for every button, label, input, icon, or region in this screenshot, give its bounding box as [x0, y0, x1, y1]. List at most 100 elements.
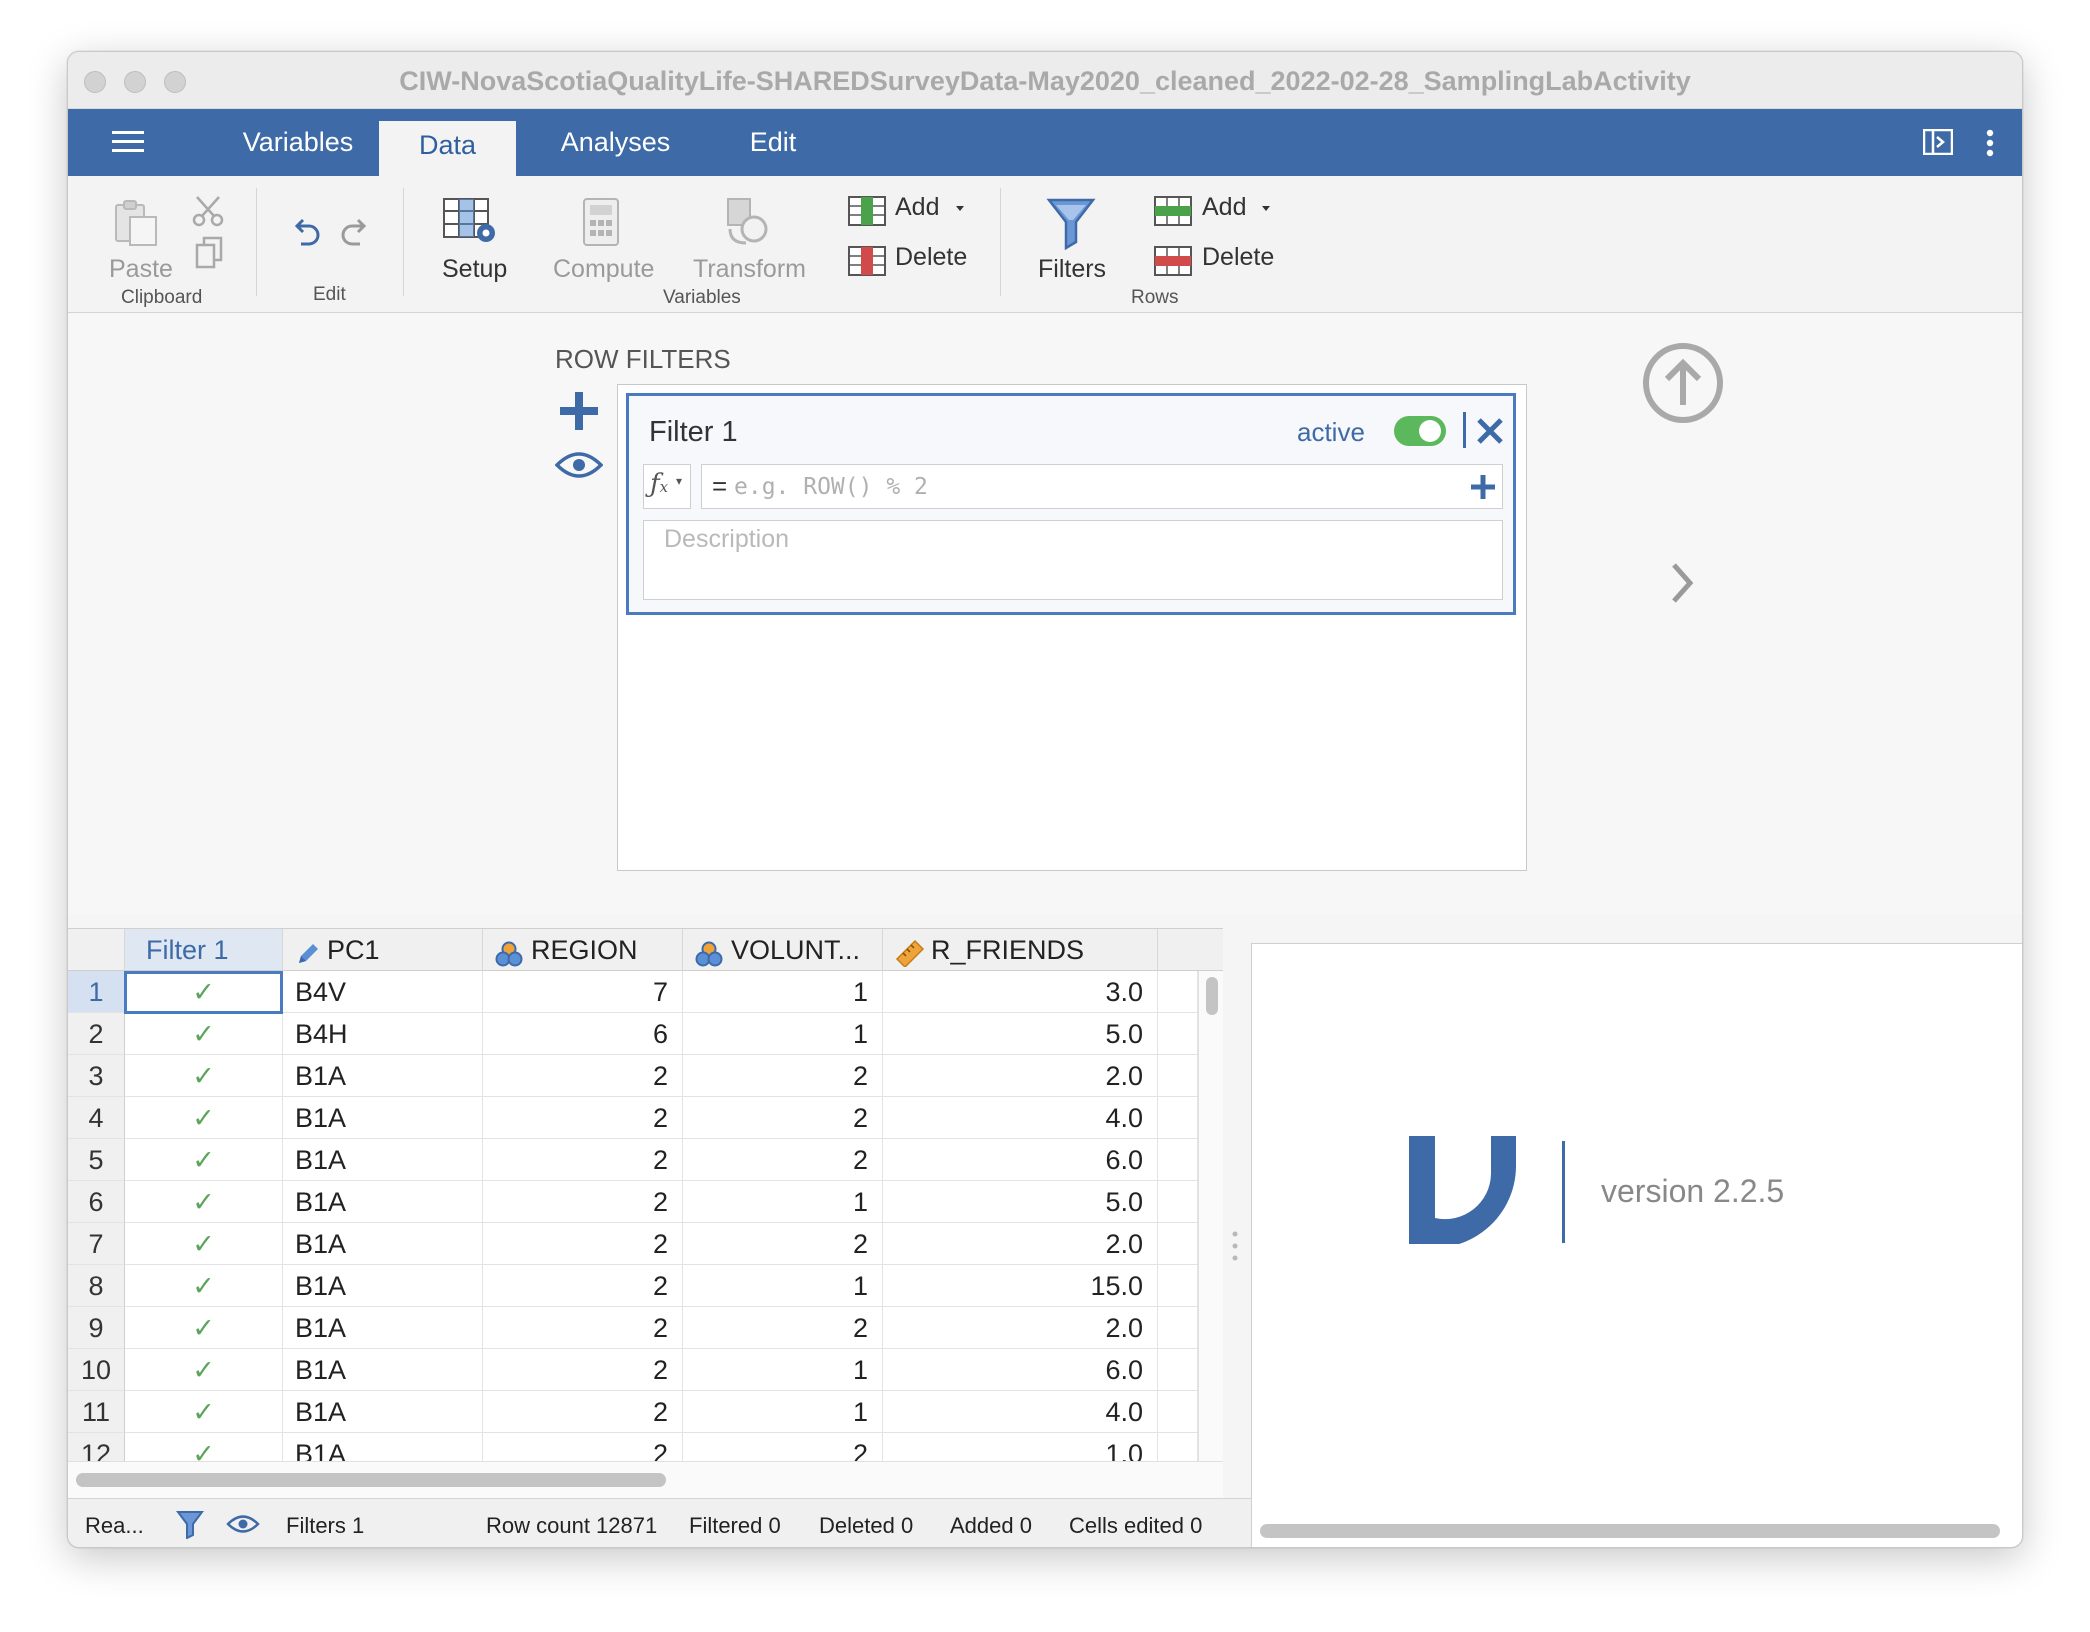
filter-check-cell[interactable]: ✓ [125, 1307, 283, 1349]
copy-icon[interactable] [194, 236, 224, 270]
pc1-cell[interactable]: B1A [283, 1349, 483, 1391]
region-cell[interactable]: 2 [483, 1055, 683, 1097]
region-cell[interactable]: 2 [483, 1349, 683, 1391]
add-row-button[interactable]: Add [1202, 193, 1246, 222]
volunt-cell[interactable]: 1 [683, 1265, 883, 1307]
pc1-cell[interactable]: B4V [283, 971, 483, 1013]
pc1-cell[interactable]: B1A [283, 1139, 483, 1181]
region-cell[interactable]: 2 [483, 1433, 683, 1461]
pc1-cell[interactable]: B1A [283, 1307, 483, 1349]
remove-filter-close-icon[interactable] [1475, 416, 1505, 446]
status-eye-icon[interactable] [226, 1513, 260, 1535]
blank-cell[interactable] [1158, 1181, 1198, 1223]
r-friends-cell[interactable]: 15.0 [883, 1265, 1158, 1307]
region-cell[interactable]: 2 [483, 1181, 683, 1223]
r-friends-cell[interactable]: 6.0 [883, 1349, 1158, 1391]
scroll-to-top-arrow-icon[interactable] [1641, 341, 1725, 425]
r-friends-cell[interactable]: 6.0 [883, 1139, 1158, 1181]
blank-cell[interactable] [1158, 1139, 1198, 1181]
delete-variable-button[interactable]: Delete [895, 243, 967, 272]
filter-check-cell[interactable]: ✓ [125, 1349, 283, 1391]
filter-check-cell[interactable]: ✓ [125, 1097, 283, 1139]
pc1-cell[interactable]: B4H [283, 1013, 483, 1055]
filter-check-cell[interactable]: ✓ [125, 1391, 283, 1433]
blank-cell[interactable] [1158, 971, 1198, 1013]
r-friends-cell[interactable]: 4.0 [883, 1391, 1158, 1433]
region-cell[interactable]: 2 [483, 1223, 683, 1265]
pc1-cell[interactable]: B1A [283, 1181, 483, 1223]
horizontal-scroll-thumb[interactable] [76, 1473, 666, 1487]
compute-button[interactable]: Compute [553, 255, 654, 284]
add-variable-button[interactable]: Add [895, 193, 939, 222]
r-friends-cell[interactable]: 2.0 [883, 1223, 1158, 1265]
filter-description-input[interactable]: Description [643, 520, 1503, 600]
region-cell[interactable]: 2 [483, 1139, 683, 1181]
pc1-cell[interactable]: B1A [283, 1391, 483, 1433]
filter-check-cell[interactable]: ✓ [125, 1139, 283, 1181]
blank-cell[interactable] [1158, 1265, 1198, 1307]
pc1-cell[interactable]: B1A [283, 1433, 483, 1461]
panel-splitter-handle[interactable] [1232, 1230, 1238, 1262]
redo-icon[interactable] [336, 216, 372, 252]
volunt-cell[interactable]: 2 [683, 1139, 883, 1181]
volunt-cell[interactable]: 2 [683, 1223, 883, 1265]
add-filter-plus-icon[interactable] [558, 390, 600, 432]
blank-cell[interactable] [1158, 1391, 1198, 1433]
region-cell[interactable]: 2 [483, 1307, 683, 1349]
volunt-cell[interactable]: 2 [683, 1433, 883, 1461]
hamburger-menu-icon[interactable] [112, 129, 144, 155]
filter-check-cell[interactable]: ✓ [125, 1055, 283, 1097]
filter-active-toggle[interactable] [1394, 416, 1446, 446]
tab-data[interactable]: Data [379, 121, 516, 176]
undo-icon[interactable] [289, 216, 325, 252]
blank-cell[interactable] [1158, 1433, 1198, 1461]
vertical-scroll-thumb[interactable] [1206, 977, 1218, 1015]
filter-check-cell[interactable]: ✓ [125, 1013, 283, 1055]
filter-check-cell[interactable]: ✓ [125, 971, 283, 1013]
r-friends-cell[interactable]: 5.0 [883, 1181, 1158, 1223]
filter-check-cell[interactable]: ✓ [125, 1433, 283, 1461]
chevron-down-icon[interactable] [953, 201, 967, 211]
column-header-filter-1[interactable]: Filter 1 [125, 929, 283, 971]
r-friends-cell[interactable]: 3.0 [883, 971, 1158, 1013]
status-filter-icon[interactable] [176, 1509, 204, 1540]
blank-cell[interactable] [1158, 1349, 1198, 1391]
region-cell[interactable]: 2 [483, 1097, 683, 1139]
results-horizontal-scroll-thumb[interactable] [1260, 1524, 2000, 1538]
blank-cell[interactable] [1158, 1013, 1198, 1055]
filter-check-cell[interactable]: ✓ [125, 1265, 283, 1307]
volunt-cell[interactable]: 1 [683, 1013, 883, 1055]
pc1-cell[interactable]: B1A [283, 1265, 483, 1307]
add-formula-plus-icon[interactable] [1470, 474, 1496, 500]
r-friends-cell[interactable]: 2.0 [883, 1307, 1158, 1349]
pc1-cell[interactable]: B1A [283, 1097, 483, 1139]
r-friends-cell[interactable]: 4.0 [883, 1097, 1158, 1139]
filter-check-cell[interactable]: ✓ [125, 1223, 283, 1265]
delete-row-button[interactable]: Delete [1202, 243, 1274, 272]
horizontal-scrollbar[interactable] [68, 1461, 1223, 1499]
pc1-cell[interactable]: B1A [283, 1055, 483, 1097]
tab-variables[interactable]: Variables [218, 109, 378, 176]
region-cell[interactable]: 2 [483, 1391, 683, 1433]
volunt-cell[interactable]: 2 [683, 1307, 883, 1349]
volunt-cell[interactable]: 2 [683, 1055, 883, 1097]
tab-analyses[interactable]: Analyses [538, 109, 693, 176]
r-friends-cell[interactable]: 1.0 [883, 1433, 1158, 1461]
blank-cell[interactable] [1158, 1097, 1198, 1139]
transform-button[interactable]: Transform [693, 255, 806, 284]
chevron-down-icon[interactable] [1259, 201, 1273, 211]
function-picker[interactable]: ƒx ▾ [643, 464, 691, 509]
blank-cell[interactable] [1158, 1055, 1198, 1097]
blank-cell[interactable] [1158, 1307, 1198, 1349]
filter-check-cell[interactable]: ✓ [125, 1181, 283, 1223]
region-cell[interactable]: 2 [483, 1265, 683, 1307]
column-header-volunt[interactable]: VOLUNT... [683, 929, 883, 971]
volunt-cell[interactable]: 1 [683, 971, 883, 1013]
pc1-cell[interactable]: B1A [283, 1223, 483, 1265]
volunt-cell[interactable]: 1 [683, 1391, 883, 1433]
column-header-r-friends[interactable]: R_FRIENDS [883, 929, 1158, 971]
blank-cell[interactable] [1158, 1223, 1198, 1265]
filters-button[interactable]: Filters [1038, 255, 1106, 284]
r-friends-cell[interactable]: 2.0 [883, 1055, 1158, 1097]
toggle-results-mode-icon[interactable] [1922, 128, 1954, 156]
